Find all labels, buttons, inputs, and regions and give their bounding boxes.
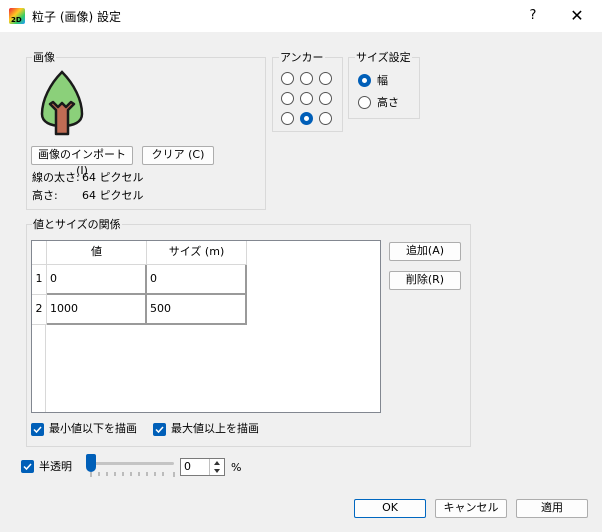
tree-image xyxy=(36,70,88,138)
line-width-label: 線の太さ: xyxy=(32,171,80,184)
table-corner xyxy=(32,241,47,265)
percent-unit: % xyxy=(231,461,242,474)
window-title: 粒子 (画像) 設定 xyxy=(32,10,121,24)
anchor-radio[interactable] xyxy=(319,92,332,105)
draw-below-min-label: 最小値以下を描画 xyxy=(49,422,137,435)
width-radio-label: 幅 xyxy=(377,74,388,87)
transparency-checkbox[interactable] xyxy=(21,460,34,473)
draw-below-min-checkbox[interactable] xyxy=(31,423,44,436)
add-button[interactable]: 追加(A) xyxy=(389,242,461,261)
draw-above-max-label: 最大値以上を描画 xyxy=(171,422,259,435)
app-icon: 2D xyxy=(9,8,25,24)
anchor-radio[interactable] xyxy=(319,112,332,125)
transparency-spinbox[interactable]: 0 xyxy=(180,458,225,476)
table-cell-value[interactable]: 0 xyxy=(47,265,147,295)
draw-above-max-checkbox[interactable] xyxy=(153,423,166,436)
anchor-radio[interactable] xyxy=(319,72,332,85)
height-radio[interactable] xyxy=(358,96,371,109)
transparency-slider[interactable] xyxy=(86,452,176,480)
table-cell-value[interactable]: 1000 xyxy=(47,295,147,325)
cancel-button[interactable]: キャンセル xyxy=(435,499,507,518)
help-button[interactable]: ? xyxy=(520,4,546,28)
slider-thumb[interactable] xyxy=(86,454,96,472)
apply-button[interactable]: 適用 xyxy=(516,499,588,518)
anchor-radio[interactable] xyxy=(281,72,294,85)
relation-table: 値 サイズ (m) 1 0 0 2 1000 500 xyxy=(31,240,381,413)
table-cell-size[interactable]: 500 xyxy=(147,295,247,325)
transparency-label: 半透明 xyxy=(39,460,72,473)
anchor-radio[interactable] xyxy=(300,92,313,105)
spin-down-icon[interactable] xyxy=(214,469,220,473)
height-value: 64 ピクセル xyxy=(82,189,144,202)
anchor-radio[interactable] xyxy=(281,92,294,105)
row-header[interactable]: 1 xyxy=(32,265,47,295)
slider-ticks xyxy=(90,472,175,477)
table-cell-size[interactable]: 0 xyxy=(147,265,247,295)
column-header-value[interactable]: 値 xyxy=(47,241,147,265)
spin-buttons[interactable] xyxy=(209,459,224,475)
anchor-group-label: アンカー xyxy=(279,51,325,64)
spin-up-icon[interactable] xyxy=(214,461,220,465)
line-width-value: 64 ピクセル xyxy=(82,171,144,184)
column-header-size[interactable]: サイズ (m) xyxy=(147,241,247,265)
tree-icon xyxy=(40,70,84,136)
relation-group-label: 値とサイズの関係 xyxy=(32,218,122,231)
anchor-radio[interactable] xyxy=(300,72,313,85)
import-image-button[interactable]: 画像のインポート (I) xyxy=(31,146,133,177)
anchor-radio[interactable] xyxy=(300,112,313,125)
slider-track xyxy=(90,462,174,465)
ok-button[interactable]: OK xyxy=(354,499,426,518)
width-radio[interactable] xyxy=(358,74,371,87)
height-label: 高さ: xyxy=(32,189,58,202)
height-radio-label: 高さ xyxy=(377,96,399,109)
row-header[interactable]: 2 xyxy=(32,295,47,325)
size-group-label: サイズ設定 xyxy=(355,51,412,64)
transparency-value[interactable]: 0 xyxy=(184,460,191,474)
delete-button[interactable]: 削除(R) xyxy=(389,271,461,290)
clear-button[interactable]: クリア (C) xyxy=(142,146,214,165)
image-group-label: 画像 xyxy=(32,51,56,64)
anchor-radio[interactable] xyxy=(281,112,294,125)
close-button[interactable]: ✕ xyxy=(562,4,592,28)
